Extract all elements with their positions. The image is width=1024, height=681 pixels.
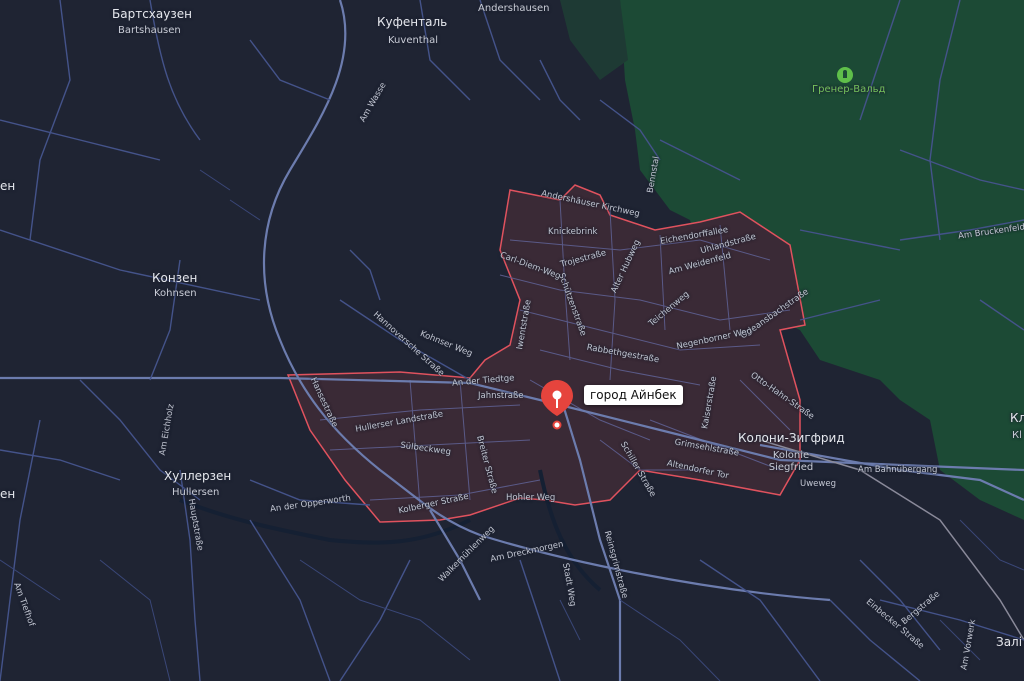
- edge-label: Кл: [1010, 411, 1024, 425]
- map-pin-icon[interactable]: [539, 378, 575, 430]
- forest-area: [560, 0, 628, 80]
- place-label-de[interactable]: Andershausen: [478, 3, 550, 15]
- place-label-ru[interactable]: Колони-Зигфрид: [738, 431, 845, 446]
- place-label-de: Kuventhal: [388, 35, 438, 46]
- edge-label: Кl: [1012, 430, 1022, 441]
- street-label: Am Bahnübergang: [858, 465, 938, 475]
- place-label-de: Kohnsen: [154, 288, 197, 299]
- place-label-ru[interactable]: Бартсхаузен: [112, 7, 192, 22]
- street-label: Uweweg: [800, 479, 836, 489]
- selected-place-callout[interactable]: город Айнбек: [584, 385, 683, 405]
- place-label-de: Kolonie Siegfried: [768, 450, 814, 473]
- street-label: Hohler Weg: [506, 493, 556, 503]
- edge-label: ен: [0, 179, 16, 193]
- edge-label: Залі: [996, 635, 1023, 649]
- street-label: Jahnstraße: [478, 391, 524, 401]
- map-layer: [0, 0, 1024, 681]
- place-label-ru[interactable]: Куфенталь: [377, 15, 447, 30]
- forest-label[interactable]: Гренер-Вальд: [812, 84, 885, 96]
- street-label: Knickebrink: [548, 227, 598, 237]
- edge-label: ен: [0, 487, 16, 501]
- place-label-ru[interactable]: Конзен: [152, 271, 197, 286]
- place-label-ru[interactable]: Хуллерзен: [164, 469, 231, 484]
- map-canvas[interactable]: Гренер-Вальд Бартсхаузен Bartshausen Куф…: [0, 0, 1024, 681]
- place-label-de: Hullersen: [172, 487, 220, 498]
- place-label-de: Bartshausen: [118, 25, 181, 36]
- forest-icon: [837, 67, 853, 83]
